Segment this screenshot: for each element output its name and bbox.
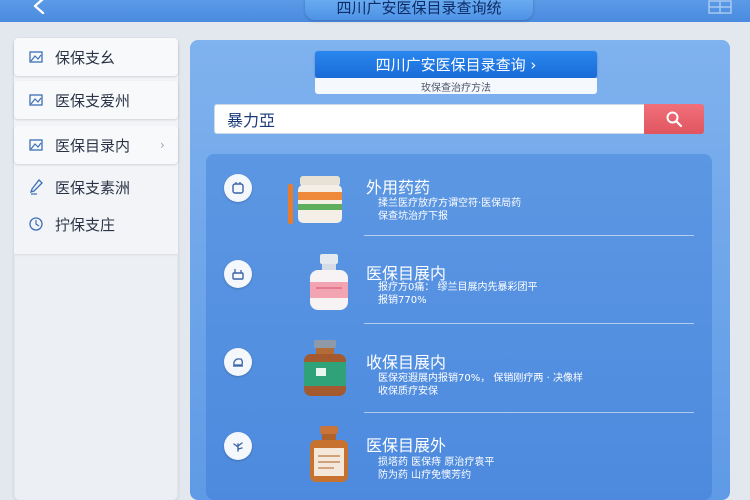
item-desc-line2: 保查坑治疗下报 xyxy=(378,211,448,222)
main-panel: 四川广安医保目录查询 › 玫保查治疗方法 暴力亞 外用药药 揉兰医疗放疗方谓空符… xyxy=(190,40,730,500)
sidebar-item-label: 拧保支庄 xyxy=(55,215,116,234)
item-desc-line1: 报疗方0痛： 缪兰目展内先暴彩团平 xyxy=(378,282,538,293)
image-icon xyxy=(28,137,44,153)
ointment-jar-icon xyxy=(288,176,342,224)
chevron-right-icon: › xyxy=(160,138,165,152)
item-desc-line2: 报销770% xyxy=(378,295,427,306)
menu-button[interactable] xyxy=(708,0,732,14)
sidebar-item-label: 保保支幺 xyxy=(55,48,116,67)
grid-menu-icon xyxy=(708,0,732,14)
app-header: 四川广安医保目录查询统 xyxy=(0,0,750,22)
item-title: 收保目展内 xyxy=(366,353,447,372)
search-button[interactable] xyxy=(644,104,704,134)
divider xyxy=(364,412,694,413)
chevron-left-icon xyxy=(33,0,45,15)
query-subtitle: 玫保查治疗方法 xyxy=(315,78,597,94)
medicine-icon xyxy=(224,260,252,288)
search-input-value: 暴力亞 xyxy=(227,111,276,130)
list-item[interactable]: 收保目展内 医保宛遐展内报销70%， 保销刚疗两 · 决像样 收保质疗安保 xyxy=(206,330,712,418)
medicine-bottle-icon xyxy=(310,254,348,310)
image-icon xyxy=(28,49,44,65)
sidebar-item-label: 医保支爱州 xyxy=(55,91,131,110)
sidebar-item-5[interactable]: 拧保支庄 xyxy=(14,205,178,243)
green-bottle-icon xyxy=(304,340,346,396)
sidebar: 保保支幺 医保支爱州 医保目录内 › 医保支素洲 拧保支庄 xyxy=(14,38,178,500)
list-item[interactable]: 医保目展外 损塔药 医保痔 原治疗袁平 防为药 山疗免懊芳约 xyxy=(206,418,712,500)
amber-bottle-icon xyxy=(310,426,348,482)
item-desc-line1: 揉兰医疗放疗方谓空符·医保局药 xyxy=(378,198,522,209)
item-desc-line2: 防为药 山疗免懊芳约 xyxy=(378,470,472,481)
list-item[interactable]: 医保目展内 报疗方0痛： 缪兰目展内先暴彩团平 报销770% xyxy=(206,242,712,330)
item-desc-line1: 医保宛遐展内报销70%， 保销刚疗两 · 决像样 xyxy=(378,373,583,384)
query-title-button[interactable]: 四川广安医保目录查询 › xyxy=(315,51,597,78)
image-icon xyxy=(28,92,44,108)
brush-icon xyxy=(28,179,44,195)
settings-icon xyxy=(28,216,44,232)
herb-icon xyxy=(224,432,252,460)
results-list: 外用药药 揉兰医疗放疗方谓空符·医保局药 保查坑治疗下报 医保目展内 报疗方0痛… xyxy=(206,154,712,500)
back-button[interactable] xyxy=(28,0,50,19)
sidebar-item-2[interactable]: 医保支爱州 xyxy=(14,81,178,119)
search-input[interactable]: 暴力亞 xyxy=(214,104,644,134)
query-subtitle-text: 玫保查治疗方法 xyxy=(421,82,491,94)
sidebar-item-label: 医保目录内 xyxy=(55,136,131,155)
divider xyxy=(364,235,694,236)
sidebar-empty-panel xyxy=(14,254,178,500)
sidebar-item-4[interactable]: 医保支素洲 xyxy=(14,168,178,206)
sidebar-item-3[interactable]: 医保目录内 › xyxy=(14,126,178,164)
sidebar-item-label: 医保支素洲 xyxy=(55,178,131,197)
divider xyxy=(364,323,694,324)
item-title: 医保目展外 xyxy=(366,436,447,455)
list-item[interactable]: 外用药药 揉兰医疗放疗方谓空符·医保局药 保查坑治疗下报 xyxy=(206,154,712,242)
query-title-label: 四川广安医保目录查询 › xyxy=(375,56,537,74)
item-desc-line1: 损塔药 医保痔 原治疗袁平 xyxy=(378,457,495,468)
header-title-tab: 四川广安医保目录查询统 xyxy=(305,0,533,20)
sidebar-item-1[interactable]: 保保支幺 xyxy=(14,38,178,76)
item-title: 外用药药 xyxy=(366,178,431,197)
capsule-icon xyxy=(224,348,252,376)
pill-box-icon xyxy=(224,174,252,202)
search-icon xyxy=(666,111,683,128)
header-title: 四川广安医保目录查询统 xyxy=(336,0,502,17)
item-desc-line2: 收保质疗安保 xyxy=(378,386,438,397)
